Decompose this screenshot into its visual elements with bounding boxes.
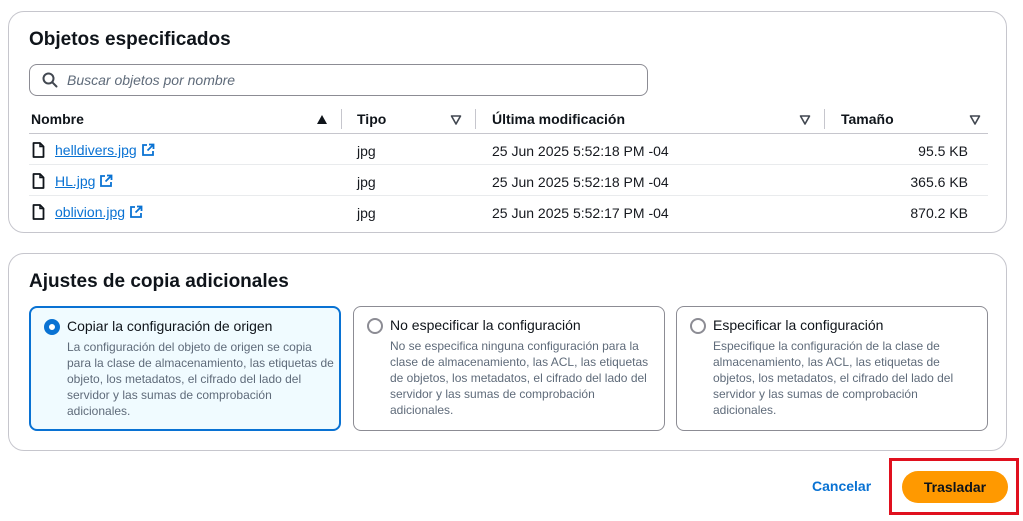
option-label[interactable]: Copiar la configuración de origen	[67, 318, 272, 334]
file-type: jpg	[357, 174, 376, 190]
file-type: jpg	[357, 205, 376, 221]
external-link-icon[interactable]	[141, 143, 155, 157]
file-link[interactable]: HL.jpg	[55, 173, 113, 189]
radio-button[interactable]	[690, 318, 706, 334]
column-header-type[interactable]: Tipo	[357, 111, 386, 127]
file-icon	[32, 142, 45, 158]
objects-panel-title: Objetos especificados	[29, 29, 231, 50]
option-label[interactable]: Especificar la configuración	[713, 317, 883, 333]
option-do-not-specify[interactable]: No especificar la configuración No se es…	[353, 306, 665, 431]
table-row: oblivion.jpg jpg 25 Jun 2025 5:52:17 PM …	[29, 196, 988, 227]
move-button[interactable]: Trasladar	[902, 471, 1008, 503]
option-label[interactable]: No especificar la configuración	[390, 317, 581, 333]
cancel-button[interactable]: Cancelar	[812, 478, 871, 494]
file-name[interactable]: oblivion.jpg	[55, 204, 125, 220]
column-divider[interactable]	[475, 109, 476, 129]
sort-unsorted-icon[interactable]	[969, 114, 981, 126]
file-link[interactable]: oblivion.jpg	[55, 204, 143, 220]
copy-settings-title: Ajustes de copia adicionales	[29, 271, 289, 292]
file-name[interactable]: HL.jpg	[55, 173, 95, 189]
sort-unsorted-icon[interactable]	[450, 114, 462, 126]
table-row: HL.jpg jpg 25 Jun 2025 5:52:18 PM -04 36…	[29, 165, 988, 196]
table-row: helldivers.jpg jpg 25 Jun 2025 5:52:18 P…	[29, 134, 988, 165]
file-icon	[32, 173, 45, 189]
sort-ascending-icon[interactable]	[316, 114, 328, 126]
file-size: 870.2 KB	[910, 205, 968, 221]
search-icon	[42, 72, 58, 88]
option-specify-settings[interactable]: Especificar la configuración Especifique…	[676, 306, 988, 431]
file-link[interactable]: helldivers.jpg	[55, 142, 155, 158]
option-description: La configuración del objeto de origen se…	[67, 340, 334, 418]
search-box[interactable]	[29, 64, 648, 96]
objects-table: Nombre Tipo Última modificación Tamaño h…	[29, 106, 988, 227]
sort-unsorted-icon[interactable]	[799, 114, 811, 126]
column-header-name[interactable]: Nombre	[31, 111, 84, 127]
table-header: Nombre Tipo Última modificación Tamaño	[29, 106, 988, 134]
option-description: Especifique la configuración de la clase…	[713, 339, 954, 417]
file-icon	[32, 204, 45, 220]
file-type: jpg	[357, 143, 376, 159]
radio-button[interactable]	[367, 318, 383, 334]
column-header-size[interactable]: Tamaño	[841, 111, 894, 127]
column-divider[interactable]	[341, 109, 342, 129]
file-modified: 25 Jun 2025 5:52:18 PM -04	[492, 143, 669, 159]
radio-button[interactable]	[44, 319, 60, 335]
file-name[interactable]: helldivers.jpg	[55, 142, 137, 158]
option-description: No se especifica ninguna configuración p…	[390, 339, 649, 417]
file-modified: 25 Jun 2025 5:52:17 PM -04	[492, 205, 669, 221]
objects-panel: Objetos especificados Nombre Tipo Última…	[8, 11, 1007, 233]
column-divider[interactable]	[824, 109, 825, 129]
external-link-icon[interactable]	[129, 205, 143, 219]
file-size: 365.6 KB	[910, 174, 968, 190]
file-size: 95.5 KB	[918, 143, 968, 159]
copy-settings-panel: Ajustes de copia adicionales Copiar la c…	[8, 253, 1007, 451]
option-copy-source-settings[interactable]: Copiar la configuración de origen La con…	[29, 306, 341, 431]
external-link-icon[interactable]	[99, 174, 113, 188]
search-input[interactable]	[67, 72, 627, 88]
column-header-modified[interactable]: Última modificación	[492, 111, 625, 127]
file-modified: 25 Jun 2025 5:52:18 PM -04	[492, 174, 669, 190]
